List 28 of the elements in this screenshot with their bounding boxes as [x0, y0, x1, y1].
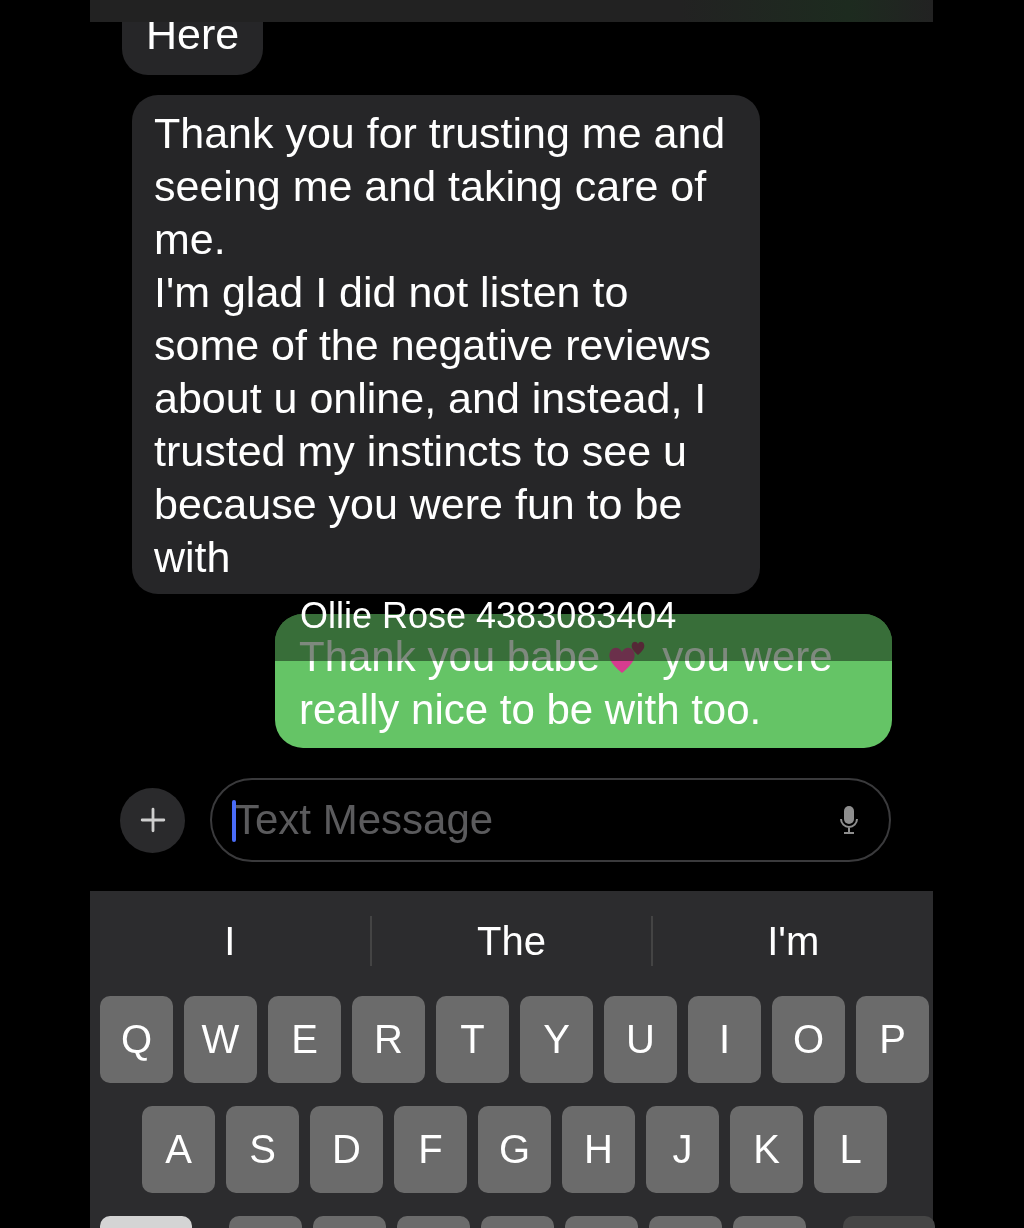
- keyboard-key[interactable]: L: [814, 1106, 887, 1193]
- plus-icon: [139, 807, 166, 833]
- keyboard-key[interactable]: E: [268, 996, 341, 1083]
- keyboard-key[interactable]: S: [226, 1106, 299, 1193]
- microphone-icon[interactable]: [839, 805, 859, 835]
- keyboard-key[interactable]: T: [436, 996, 509, 1083]
- keyboard-key[interactable]: K: [730, 1106, 803, 1193]
- message-bubble: Thank you for trusting me and seeing me and taking care of me. I'm glad I did not listen to some of the negative reviews about u online, and instead, I trusted my instincts to see u because you were fun to be with: [132, 95, 760, 594]
- keyboard-key[interactable]: H: [562, 1106, 635, 1193]
- keyboard-key[interactable]: Y: [520, 996, 593, 1083]
- text-message-field[interactable]: Text Message: [210, 778, 891, 862]
- keyboard-key[interactable]: W: [184, 996, 257, 1083]
- keyboard-key[interactable]: F: [394, 1106, 467, 1193]
- suggestion[interactable]: The: [477, 918, 546, 964]
- keyboard-key[interactable]: Q: [100, 996, 173, 1083]
- keyboard-key[interactable]: R: [352, 996, 425, 1083]
- keyboard-key[interactable]: P: [856, 996, 929, 1083]
- keyboard-key[interactable]: G: [478, 1106, 551, 1193]
- suggestion[interactable]: I'm: [767, 918, 820, 964]
- keyboard-key[interactable]: O: [772, 996, 845, 1083]
- keyboard-key[interactable]: J: [646, 1106, 719, 1193]
- keyboard-key[interactable]: D: [310, 1106, 383, 1193]
- keyboard-key[interactable]: I: [688, 996, 761, 1083]
- suggestion[interactable]: I: [224, 918, 236, 964]
- message-text: really nice to be with too.: [299, 685, 763, 735]
- keyboard-key[interactable]: A: [142, 1106, 215, 1193]
- keyboard-key[interactable]: U: [604, 996, 677, 1083]
- text-cursor: [232, 800, 236, 842]
